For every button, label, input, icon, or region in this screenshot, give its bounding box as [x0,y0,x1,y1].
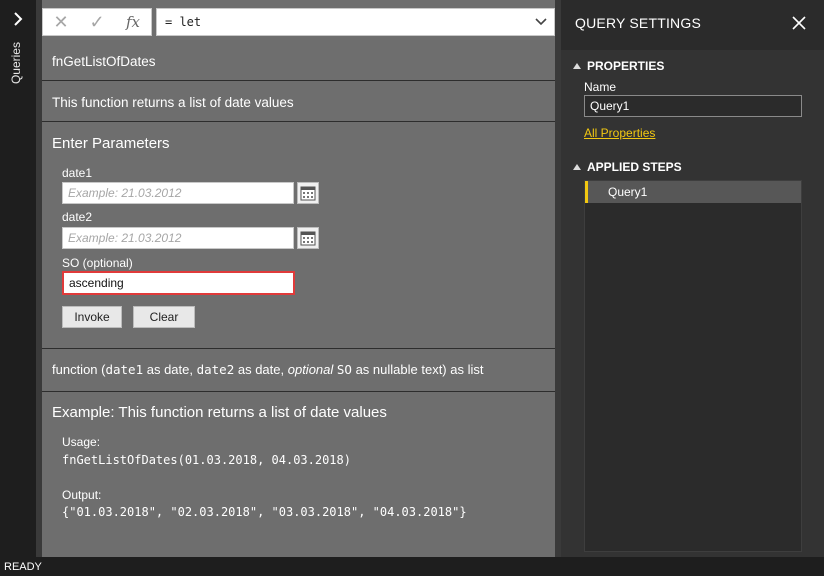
all-properties-link[interactable]: All Properties [584,126,655,140]
properties-section-toggle[interactable]: PROPERTIES [573,59,664,73]
so-label: SO (optional) [62,256,133,270]
date1-input[interactable] [62,182,294,204]
applied-steps-list: Query1 [584,180,802,552]
chevron-right-icon[interactable] [11,10,25,28]
signature-type-1: as date, [143,362,197,377]
formula-buttons: ✕ ✓ fx [42,8,152,36]
queries-pane-collapsed: Queries [0,0,36,557]
commit-formula-icon[interactable]: ✓ [79,9,115,35]
example-title: Example: This function returns a list of… [52,404,387,421]
signature-type-3: as nullable text) as list [351,362,484,377]
date1-calendar-button[interactable] [297,182,319,204]
divider [42,348,555,349]
function-description: This function returns a list of date val… [52,95,294,110]
formula-text: = let [165,15,202,29]
date2-input[interactable] [62,227,294,249]
query-settings-header: QUERY SETTINGS [561,0,824,50]
status-bar: READY [0,557,824,576]
calendar-icon [300,231,316,246]
query-settings-pane: QUERY SETTINGS PROPERTIES Name All Prope… [561,0,824,557]
divider [42,121,555,122]
triangle-up-icon [573,164,581,170]
queries-label: Queries [9,42,23,85]
main-area: ✕ ✓ fx = let fnGetListOfDates This funct… [36,0,561,557]
usage-label: Usage: [62,435,101,449]
signature-optional: optional [287,362,334,377]
signature-prefix: function ( [52,362,106,377]
enter-parameters-heading: Enter Parameters [52,135,170,152]
query-name-input[interactable] [584,95,802,117]
signature-param-date1: date1 [105,362,144,377]
insert-function-icon[interactable]: fx [115,9,151,35]
triangle-up-icon [573,63,581,69]
status-text: READY [4,561,42,573]
function-name: fnGetListOfDates [52,54,156,69]
applied-steps-section-toggle[interactable]: APPLIED STEPS [573,160,682,174]
clear-button[interactable]: Clear [133,306,195,328]
queries-pane-toggle[interactable]: Queries [9,42,23,85]
chevron-down-icon[interactable] [534,15,548,29]
signature-param-date2: date2 [196,362,235,377]
formula-input[interactable]: = let [156,8,555,36]
output-label: Output: [62,488,102,502]
query-settings-title: QUERY SETTINGS [575,15,701,31]
signature-type-2: as date, [234,362,288,377]
output-code: {"01.03.2018", "02.03.2018", "03.03.2018… [62,505,467,519]
date1-label: date1 [62,166,93,180]
name-label: Name [584,80,617,94]
so-input[interactable] [62,271,295,295]
cancel-formula-icon[interactable]: ✕ [43,9,79,35]
formula-bar: ✕ ✓ fx = let [42,8,555,36]
applied-steps-heading: APPLIED STEPS [587,160,682,174]
function-signature: function (date1 as date, date2 as date, … [52,362,483,377]
usage-code: fnGetListOfDates(01.03.2018, 04.03.2018) [62,453,351,467]
close-icon[interactable] [792,16,806,30]
divider [42,80,555,81]
invoke-button[interactable]: Invoke [62,306,122,328]
properties-heading: PROPERTIES [587,59,665,73]
date2-label: date2 [62,210,93,224]
date2-calendar-button[interactable] [297,227,319,249]
signature-param-so: SO [336,362,352,377]
divider [42,391,555,392]
calendar-icon [300,186,316,201]
applied-step-item[interactable]: Query1 [585,181,801,203]
